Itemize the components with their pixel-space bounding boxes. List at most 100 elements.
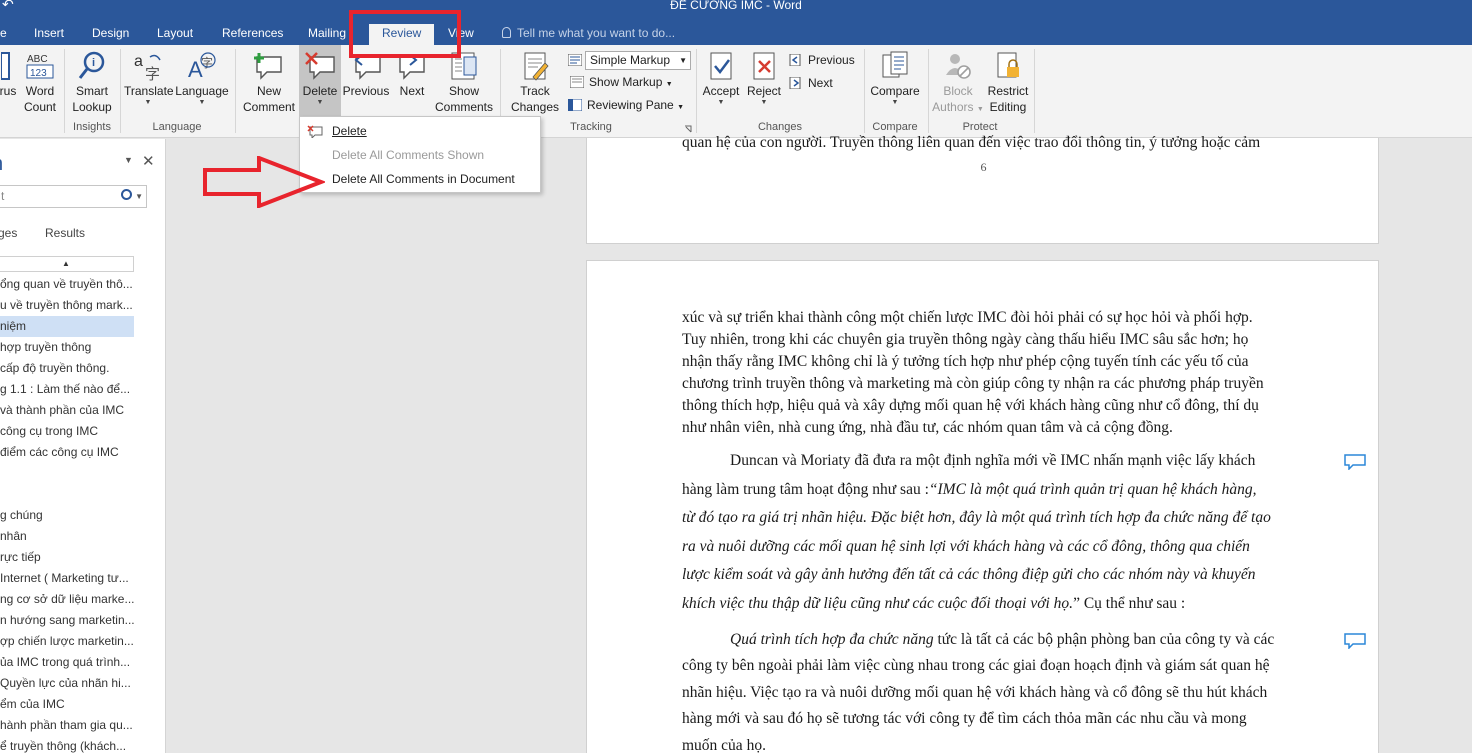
next-change-button[interactable]: Next <box>789 73 833 93</box>
tab-home[interactable]: e <box>0 24 7 45</box>
search-icon[interactable] <box>121 189 132 200</box>
text-normal: ” Cụ thể như sau : <box>1073 594 1186 612</box>
new-comment-button[interactable]: New Comment <box>240 45 298 115</box>
reviewing-pane-button[interactable]: Reviewing Pane ▼ <box>568 95 684 115</box>
language-label: Language <box>175 84 229 98</box>
paragraph-line: nhãn hiệu. Việc tạo ra và nuôi dưỡng mối… <box>682 683 1268 701</box>
nav-heading-item[interactable]: u về truyền thông mark... <box>0 295 134 316</box>
nav-heading-item[interactable]: ểm của IMC <box>0 694 134 715</box>
nav-heading-item[interactable]: và thành phần của IMC <box>0 400 134 421</box>
nav-heading-item[interactable] <box>0 463 134 484</box>
nav-heading-item[interactable]: nhân <box>0 526 134 547</box>
thesaurus-label: rus <box>0 84 17 98</box>
tab-pages[interactable]: ges <box>0 226 17 240</box>
chevron-down-icon[interactable]: ▼ <box>124 155 133 165</box>
track-changes-label-1: Track <box>520 84 550 98</box>
reject-dropdown-arrow[interactable]: ▼ <box>744 99 784 107</box>
paragraph-line: hàng mới và sau đó họ sẽ tương tác với c… <box>682 710 1247 727</box>
nav-heading-item[interactable]: ợp chiến lược marketin... <box>0 631 134 652</box>
paragraph-line: lược kiểm soát và gây ảnh hưởng đến tất … <box>682 566 1256 583</box>
reviewing-pane-icon <box>568 99 582 111</box>
nav-heading-item[interactable]: Internet ( Marketing tư... <box>0 568 134 589</box>
tab-results[interactable]: Results <box>45 226 85 240</box>
delete-comment-button[interactable]: Delete ▼ <box>299 45 341 117</box>
tell-me-search[interactable]: Tell me what you want to do... <box>502 24 675 42</box>
language-group-label: Language <box>152 121 202 133</box>
collapse-headings-icon[interactable]: ▲ <box>0 256 134 272</box>
compare-button[interactable]: Compare ▼ <box>868 45 922 107</box>
paragraph-line: ra và nuôi dưỡng các mối quan hệ sinh lợ… <box>682 537 1250 555</box>
markup-select[interactable]: Simple Markup ▼ <box>585 51 691 70</box>
nav-heading-item[interactable]: hành phần tham gia qu... <box>0 715 134 736</box>
nav-heading-item[interactable]: g 1.1 : Làm thế nào để... <box>0 379 134 400</box>
block-authors-label-1: Block <box>943 84 973 98</box>
nav-heading-item[interactable] <box>0 484 134 505</box>
title-bar: ↶ ĐỀ CƯƠNG IMC - Word e Insert Design La… <box>0 0 1472 45</box>
smart-lookup-button[interactable]: i Smart Lookup <box>70 45 114 115</box>
nav-heading-item[interactable]: điểm các công cụ IMC <box>0 442 134 463</box>
document-page-previous[interactable]: quan hệ của con người. Truyền thông liên… <box>586 134 1379 244</box>
tab-references[interactable]: References <box>222 24 283 45</box>
nav-heading-item[interactable]: g chúng <box>0 505 134 526</box>
paragraph-line: khích việc thu thập dữ liệu cũng như các… <box>682 590 1333 619</box>
track-changes-button[interactable]: Track Changes <box>505 45 565 115</box>
tab-layout[interactable]: Layout <box>157 24 193 45</box>
language-dropdown-arrow[interactable]: ▼ <box>175 99 229 107</box>
thesaurus-button[interactable]: rus <box>0 45 18 99</box>
comment-balloon-icon[interactable] <box>1344 633 1366 649</box>
chevron-down-icon: ▼ <box>679 56 687 65</box>
close-icon[interactable]: ✕ <box>142 152 155 170</box>
comment-balloon-icon[interactable] <box>1344 454 1366 470</box>
language-button[interactable]: A 字 Language ▼ <box>175 45 229 107</box>
tab-mailings[interactable]: Mailing <box>308 24 346 45</box>
menu-item-delete-all-shown[interactable]: Delete All Comments Shown <box>301 144 539 166</box>
new-comment-label-2: Comment <box>242 100 295 114</box>
menu-item-delete[interactable]: Delete <box>301 120 539 142</box>
nav-heading-item[interactable]: n hướng sang marketin... <box>0 610 134 631</box>
search-input[interactable]: t ▼ <box>0 185 147 208</box>
nav-heading-item[interactable]: ể truyền thông (khách... <box>0 736 134 753</box>
tab-design[interactable]: Design <box>92 24 129 45</box>
show-markup-icon <box>570 76 584 88</box>
nav-heading-item[interactable]: cấp độ truyền thông. <box>0 358 134 379</box>
nav-heading-item[interactable]: rực tiếp <box>0 547 134 568</box>
show-markup-button[interactable]: Show Markup ▼ <box>570 72 673 92</box>
paragraph-line: như nhân viên, nhà cung ứng, nhà đầu tư,… <box>682 419 1173 436</box>
reviewing-pane-label: Reviewing Pane <box>587 98 674 112</box>
nav-heading-item[interactable]: ủa IMC trong quá trình... <box>0 652 134 673</box>
nav-heading-item[interactable]: công cụ trong IMC <box>0 421 134 442</box>
nav-heading-item[interactable]: niệm <box>0 316 134 337</box>
paragraph-line: từ đó tạo ra giá trị nhãn hiệu. Đặc biệt… <box>682 509 1271 526</box>
accept-dropdown-arrow[interactable]: ▼ <box>700 99 742 107</box>
word-count-button[interactable]: ABC 123 Word Count <box>22 45 58 115</box>
reject-icon <box>753 52 775 80</box>
document-page-current[interactable]: xúc và sự triển khai thành công một chiế… <box>586 260 1379 753</box>
search-options-icon[interactable]: ▼ <box>135 186 143 207</box>
delete-dropdown-menu: Delete Delete All Comments Shown Delete … <box>299 116 541 193</box>
accept-button[interactable]: Accept ▼ <box>700 45 742 107</box>
translate-dropdown-arrow[interactable]: ▼ <box>124 99 172 107</box>
nav-heading-item[interactable]: hợp truyền thông <box>0 337 134 358</box>
thesaurus-icon <box>1 52 10 80</box>
word-count-label-1: Word <box>25 84 55 98</box>
word-count-label-2: Count <box>23 100 57 114</box>
block-authors-button[interactable]: Block Authors ▼ <box>932 45 984 118</box>
insights-group-label: Insights <box>73 121 111 133</box>
tab-insert[interactable]: Insert <box>34 24 64 45</box>
nav-heading-item[interactable]: ng cơ sở dữ liệu marke... <box>0 589 134 610</box>
translate-button[interactable]: a 字 Translate ▼ <box>124 45 174 107</box>
compare-dropdown-arrow[interactable]: ▼ <box>868 99 922 107</box>
reject-button[interactable]: Reject ▼ <box>744 45 784 107</box>
previous-comment-label: Previous <box>342 84 390 98</box>
previous-change-button[interactable]: Previous <box>789 50 855 70</box>
text-normal: hàng làm trung tâm hoạt động như sau : <box>682 480 929 498</box>
menu-item-delete-all-in-document[interactable]: Delete All Comments in Document <box>301 168 539 190</box>
nav-heading-item[interactable]: ổng quan về truyền thô... <box>0 274 134 295</box>
restrict-editing-button[interactable]: Restrict Editing <box>985 45 1031 115</box>
nav-pane-title: n <box>0 153 3 176</box>
reject-label: Reject <box>746 84 781 98</box>
nav-heading-item[interactable]: Quyền lực của nhãn hi... <box>0 673 134 694</box>
paragraph-line: Duncan và Moriaty đã đưa ra một định ngh… <box>730 452 1256 469</box>
menu-item-label: Delete All Comments in Document <box>332 172 515 186</box>
delete-dropdown-arrow[interactable]: ▼ <box>299 99 341 107</box>
